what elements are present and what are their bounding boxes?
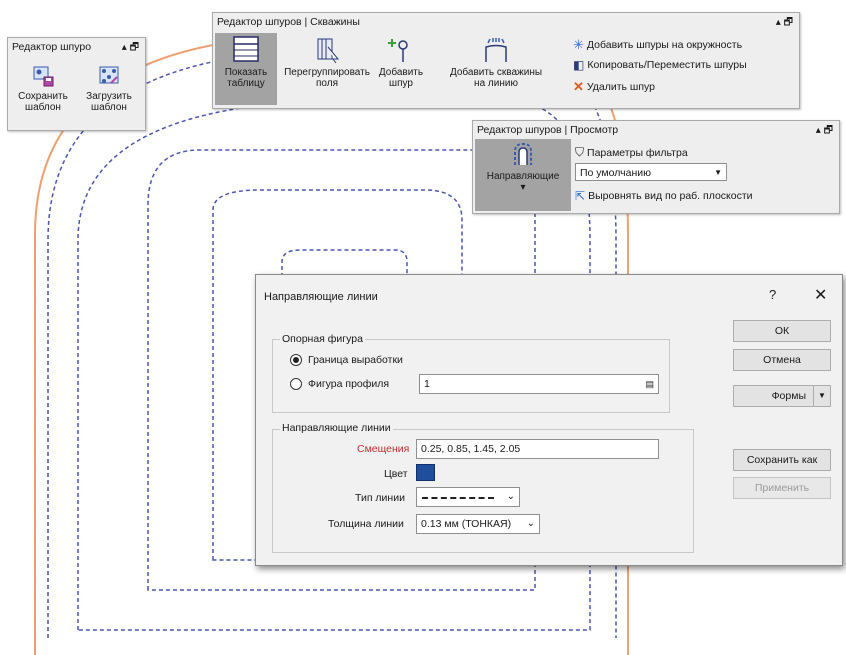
delete-hole-label: Удалить шпур — [586, 81, 655, 93]
forms-label: Формы — [771, 390, 806, 402]
radio-boundary[interactable] — [290, 354, 302, 366]
panel-templates-controls[interactable]: ▴ 🗗 — [122, 40, 139, 57]
profile-input[interactable]: 1 ▤ — [419, 374, 659, 394]
filter-params-label: Параметры фильтра — [587, 146, 688, 159]
guides-label: Направляющие — [486, 171, 560, 182]
filter-select-value: По умолчанию — [580, 167, 652, 179]
color-swatch[interactable] — [416, 464, 435, 481]
snowflake-icon: ✳ — [573, 37, 584, 52]
panel-view: Редактор шпуров | Просмотр ▴ 🗗 Направляю… — [472, 120, 840, 214]
color-label: Цвет — [384, 468, 408, 480]
browse-icon[interactable]: ▤ — [645, 375, 654, 393]
radio-boundary-label: Граница выработки — [308, 354, 403, 366]
panel-view-title: Редактор шпуров | Просмотр — [477, 124, 619, 136]
add-hole-label: Добавить шпур — [378, 67, 424, 89]
align-view-icon: ⇱ — [575, 189, 586, 203]
reference-figure-label: Опорная фигура — [280, 333, 365, 345]
add-circle-label: Добавить шпуры на окружность — [586, 39, 743, 51]
panel-view-controls[interactable]: ▴ 🗗 — [816, 123, 833, 140]
dialog-title: Направляющие линии — [264, 291, 378, 303]
delete-icon: ✕ — [573, 79, 584, 94]
regroup-fields-label: Перегруппировать поля — [284, 67, 370, 89]
linetype-label: Тип линии — [355, 492, 405, 504]
forms-dropdown-icon[interactable]: ▼ — [813, 386, 830, 406]
thickness-value: 0.13 мм (ТОНКАЯ) — [421, 518, 512, 530]
load-template-icon — [99, 66, 119, 84]
linetype-select[interactable]: ⌄ — [416, 487, 520, 507]
chevron-down-icon: ⌄ — [506, 491, 515, 502]
panel-holes-controls[interactable]: ▴ 🗗 — [776, 15, 793, 32]
add-wells-on-line-button[interactable]: Добавить скважины на линию — [449, 35, 543, 89]
chevron-down-icon: ⌄ — [526, 518, 535, 529]
guides-dialog: Направляющие линии ? ✕ Опорная фигура Гр… — [255, 274, 843, 566]
add-hole-button[interactable]: Добавить шпур — [375, 35, 427, 89]
profile-input-value: 1 — [424, 378, 430, 390]
chevron-down-icon: ▼ — [714, 168, 722, 177]
regroup-fields-button[interactable]: Перегруппировать поля — [281, 35, 373, 89]
add-wells-label: Добавить скважины на линию — [449, 67, 543, 89]
add-hole-icon — [388, 39, 408, 62]
save-as-button[interactable]: Сохранить как — [733, 449, 831, 471]
copy-move-icon: ◧ — [573, 58, 585, 72]
panel-templates: Редактор шпуро ▴ 🗗 Сохранить шаблон Загр… — [7, 37, 146, 131]
panel-holes: Редактор шпуров | Скважины ▴ 🗗 Показать … — [212, 12, 800, 109]
close-icon[interactable]: ✕ — [814, 285, 827, 305]
cancel-button[interactable]: Отмена — [733, 349, 831, 371]
save-template-icon — [33, 66, 54, 87]
delete-hole-button[interactable]: ✕ Удалить шпур — [573, 79, 655, 95]
guide-lines-group-label: Направляющие линии — [280, 422, 393, 434]
guides-icon — [514, 142, 532, 165]
ok-button[interactable]: ОК — [733, 320, 831, 342]
show-table-button[interactable]: Показать таблицу — [215, 33, 277, 105]
radio-profile[interactable] — [290, 378, 302, 390]
copy-move-button[interactable]: ◧ Копировать/Переместить шпуры — [573, 58, 747, 72]
thickness-label: Толщина линии — [328, 518, 404, 530]
table-icon — [233, 36, 259, 62]
forms-button[interactable]: Формы ▼ — [733, 385, 831, 407]
thickness-select[interactable]: 0.13 мм (ТОНКАЯ) ⌄ — [416, 514, 540, 534]
copy-move-label: Копировать/Переместить шпуры — [587, 59, 747, 71]
guides-dropdown-icon[interactable]: ▾ — [520, 182, 525, 193]
guides-button[interactable]: Направляющие ▾ — [475, 139, 571, 211]
align-view-label: Выровнять вид по раб. плоскости — [588, 190, 753, 202]
add-wells-icon — [485, 38, 507, 62]
filter-select[interactable]: По умолчанию ▼ — [575, 163, 727, 181]
apply-button[interactable]: Применить — [733, 477, 831, 499]
offsets-value: 0.25, 0.85, 1.45, 2.05 — [421, 443, 521, 455]
load-template-button[interactable]: Загрузить шаблон — [78, 63, 140, 113]
offsets-label: Смещения — [357, 443, 410, 455]
filter-params-button[interactable]: ⛉ Параметры фильтра — [575, 145, 688, 160]
panel-holes-title: Редактор шпуров | Скважины — [217, 16, 360, 28]
show-table-label: Показать таблицу — [224, 67, 268, 89]
panel-templates-title: Редактор шпуро — [12, 41, 92, 53]
save-template-button[interactable]: Сохранить шаблон — [12, 63, 74, 113]
radio-profile-label: Фигура профиля — [308, 378, 390, 390]
load-template-label: Загрузить шаблон — [86, 91, 132, 113]
save-template-label: Сохранить шаблон — [18, 91, 68, 113]
add-circle-button[interactable]: ✳ Добавить шпуры на окружность — [573, 37, 742, 53]
dashed-line-preview — [422, 497, 494, 499]
filter-icon: ⛉ — [575, 145, 585, 159]
help-button[interactable]: ? — [769, 287, 776, 302]
offsets-input[interactable]: 0.25, 0.85, 1.45, 2.05 — [416, 439, 659, 459]
align-view-button[interactable]: ⇱ Выровнять вид по раб. плоскости — [575, 189, 753, 203]
regroup-icon — [317, 38, 340, 64]
